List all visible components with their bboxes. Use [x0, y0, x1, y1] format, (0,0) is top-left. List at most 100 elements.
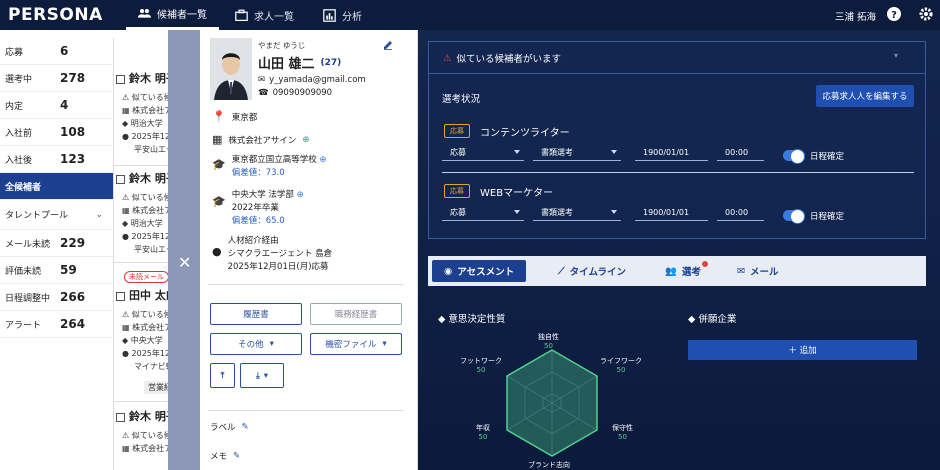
agent: シマクラエージェント 島倉 [227, 249, 333, 259]
nav-tab-analytics[interactable]: 分析 [323, 0, 362, 30]
radar-chart [506, 349, 598, 457]
settings-icon[interactable] [918, 6, 934, 22]
edit-icon[interactable]: ✎ [242, 422, 249, 432]
similar-alert-text: 似ている候補者がいます [456, 54, 562, 65]
location-row: 📍 東京都 [212, 110, 257, 123]
time-value: 00:00 [725, 148, 749, 157]
schedule-toggle[interactable] [783, 149, 805, 164]
add-company-button[interactable]: ＋ 追加 [688, 340, 917, 360]
all-candidates-item[interactable]: 全候補者 [0, 173, 113, 200]
checkbox[interactable] [116, 74, 125, 84]
company-row: ▦ 株式会社アサイン ⊕ [212, 133, 310, 146]
caret-down-icon [514, 210, 520, 214]
phase-select[interactable]: 書類選考 [533, 205, 621, 221]
svg-text:?: ? [891, 10, 897, 21]
candidate-email[interactable]: y_yamada@gmail.com [269, 75, 366, 85]
checkbox[interactable] [116, 412, 125, 422]
person-icon: ● [212, 245, 222, 258]
search-icon[interactable]: ⊕ [319, 155, 326, 165]
stat-row-unread-mail[interactable]: メール未読 229 [0, 230, 113, 257]
stat-count: 108 [60, 125, 86, 139]
concurrent-title: ◆ 併願企業 [688, 314, 737, 325]
source: 人材紹介経由 [227, 236, 279, 246]
job-title[interactable]: コンテンツライター [480, 124, 570, 139]
stat-count: 264 [60, 317, 86, 331]
date-input[interactable]: 1900/01/01 [635, 205, 708, 221]
divider [442, 172, 914, 173]
location-pin-icon: 📍 [212, 110, 226, 123]
date-input[interactable]: 1900/01/01 [635, 145, 708, 161]
deviation-value: 偏差値：65.0 [231, 216, 285, 226]
stat-row-alert[interactable]: アラート 264 [0, 311, 113, 338]
edit-jobs-button[interactable]: 応募求人人を編集する [816, 85, 914, 107]
search-icon[interactable]: ⊕ [297, 190, 304, 200]
stat-label: 選考中 [5, 74, 33, 85]
phase-value: 書類選考 [541, 208, 573, 217]
app-logo[interactable]: PERSONA [8, 5, 103, 25]
resume-button[interactable]: 履歴書 [210, 303, 302, 325]
tab-assessment[interactable]: ◉ アセスメント [432, 260, 527, 282]
phase-select[interactable]: 書類選考 [533, 145, 621, 161]
tab-mail[interactable]: ✉ メール [737, 260, 778, 282]
status-select[interactable]: 応募 [442, 205, 524, 221]
radar-label: 保守性 50 [612, 424, 633, 441]
close-icon[interactable]: ✕ [178, 253, 191, 272]
checkbox[interactable] [116, 174, 125, 184]
caret-down-icon: ▾ [269, 339, 274, 349]
status-select[interactable]: 応募 [442, 145, 524, 161]
time-input[interactable]: 00:00 [717, 205, 764, 221]
confidential-label: 機密ファイル [325, 340, 377, 350]
caret-down-icon [514, 150, 520, 154]
nav-tab-candidates[interactable]: 候補者一覧 [126, 0, 219, 30]
user-name[interactable]: 三浦 拓海 [835, 9, 876, 23]
confidential-files-dropdown[interactable]: 機密ファイル ▾ [310, 333, 402, 355]
notification-dot [702, 261, 708, 267]
divider [208, 284, 404, 285]
stat-label: 入社前 [5, 128, 33, 139]
phone-row: ☎ 09090909090 [258, 88, 332, 98]
time-input[interactable]: 00:00 [717, 145, 764, 161]
stat-count: 59 [60, 263, 77, 277]
chevron-down-icon[interactable]: ▾ [894, 51, 898, 60]
stat-row-pre-join[interactable]: 入社前 108 [0, 119, 113, 146]
stat-label: 評価未読 [5, 266, 42, 277]
stat-row-offer[interactable]: 内定 4 [0, 92, 113, 119]
schedule-toggle[interactable] [783, 209, 805, 224]
tab-selection[interactable]: 👥 選考 [665, 260, 701, 282]
stat-row-applied[interactable]: 応募 6 [0, 38, 113, 65]
upload-icon: ⤒ [220, 370, 225, 381]
candidate-photo [210, 38, 252, 100]
memo-heading: メモ [210, 452, 228, 462]
people-icon: 👥 [665, 265, 677, 277]
stat-row-unread-eval[interactable]: 評価未読 59 [0, 257, 113, 284]
label-row: ラベル ✎ [210, 421, 249, 433]
briefcase-icon [235, 9, 248, 21]
upload-button[interactable]: ⤒ [210, 363, 235, 388]
talent-pool-dropdown[interactable]: タレントプール ⌄ [0, 200, 113, 230]
checkbox[interactable] [116, 291, 125, 301]
stat-label: 応募 [5, 47, 24, 58]
download-icon: ⤓ [255, 370, 260, 381]
school2-row: 🎓 中央大学 法学部 ⊕ 2022年卒業 偏差値：65.0 [212, 189, 304, 228]
graduation-year: 2022年卒業 [231, 203, 279, 213]
download-dropdown[interactable]: ⤓ ▾ [240, 363, 284, 388]
edit-icon[interactable] [383, 40, 393, 50]
help-icon[interactable]: ? [886, 6, 902, 22]
other-dropdown[interactable]: その他 ▾ [210, 333, 302, 355]
search-icon[interactable]: ⊕ [302, 135, 309, 145]
radar-label: 独自性 50 [538, 333, 559, 350]
stat-row-in-selection[interactable]: 選考中 278 [0, 65, 113, 92]
label-heading: ラベル [210, 423, 236, 433]
tab-timeline[interactable]: ⟋ タイムライン [558, 260, 626, 282]
school: 中央大学 [130, 336, 163, 345]
job-title[interactable]: WEBマーケター [480, 184, 553, 199]
cv-button[interactable]: 職務経歴書 [310, 303, 402, 325]
stage-tag: 応募 [444, 184, 470, 198]
stat-row-scheduling[interactable]: 日程調整中 266 [0, 284, 113, 311]
nav-tab-jobs[interactable]: 求人一覧 [235, 0, 294, 30]
company: 株式会社アサイン [228, 135, 297, 146]
university: 中央大学 法学部 [231, 190, 294, 200]
drawer-overlay[interactable] [168, 30, 200, 470]
edit-icon[interactable]: ✎ [233, 451, 240, 461]
stat-row-post-join[interactable]: 入社後 123 [0, 146, 113, 173]
